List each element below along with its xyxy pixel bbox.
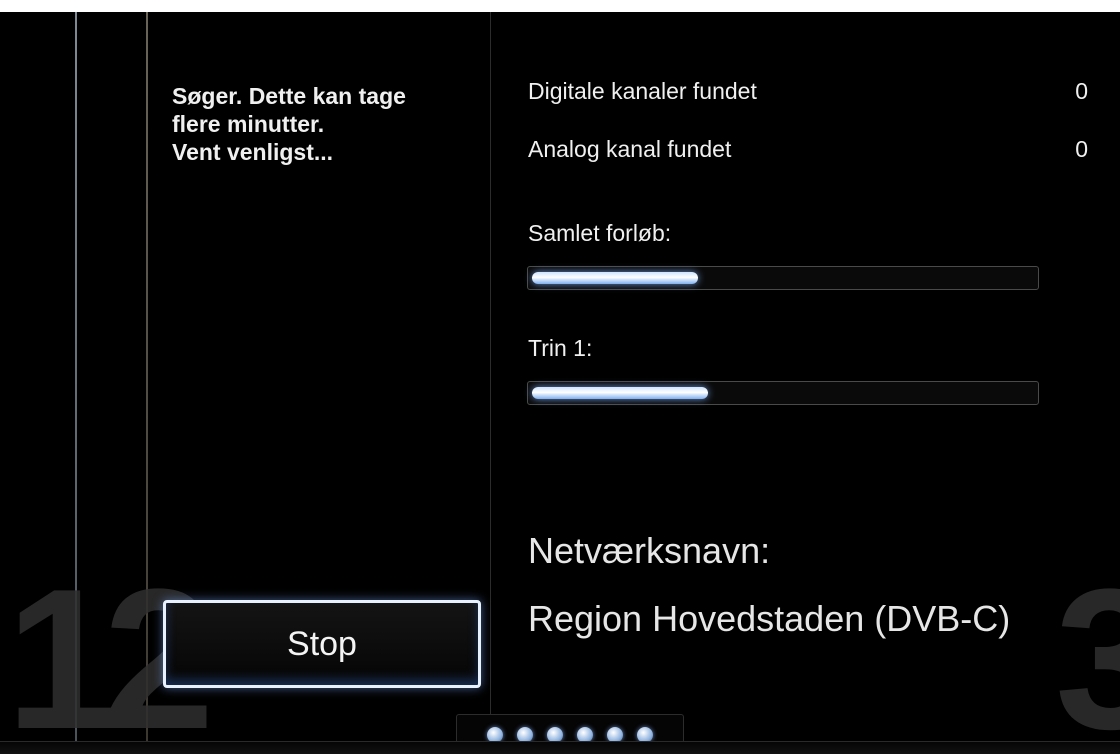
digital-channels-row: Digitale kanaler fundet 0	[528, 78, 1088, 114]
total-progress-bar	[527, 266, 1039, 290]
analog-channels-count: 0	[1075, 136, 1088, 162]
status-line: Søger. Dette kan tage	[172, 83, 406, 109]
total-progress-label: Samlet forløb:	[528, 220, 672, 246]
step-progress-bar	[527, 381, 1039, 405]
network-name-value: Region Hovedstaden (DVB-C)	[528, 598, 1011, 639]
status-line: flere minutter.	[172, 111, 325, 137]
next-step-number: 3	[1055, 548, 1120, 754]
total-progress-fill	[532, 272, 698, 284]
status-line: Vent venligst...	[172, 139, 334, 165]
stop-button[interactable]: Stop	[163, 600, 481, 688]
step-progress-fill	[532, 387, 708, 399]
digital-channels-label: Digitale kanaler fundet	[528, 78, 757, 104]
top-bezel	[0, 0, 1120, 12]
bottom-bezel	[0, 741, 1120, 754]
step-progress-label: Trin 1:	[528, 335, 593, 361]
analog-channels-label: Analog kanal fundet	[528, 136, 732, 162]
analog-channels-row: Analog kanal fundet 0	[528, 136, 1088, 172]
status-message: Søger. Dette kan tage flere minutter. Ve…	[172, 82, 472, 166]
digital-channels-count: 0	[1075, 78, 1088, 104]
panel-divider	[490, 12, 491, 742]
network-name-label: Netværksnavn:	[528, 530, 771, 571]
